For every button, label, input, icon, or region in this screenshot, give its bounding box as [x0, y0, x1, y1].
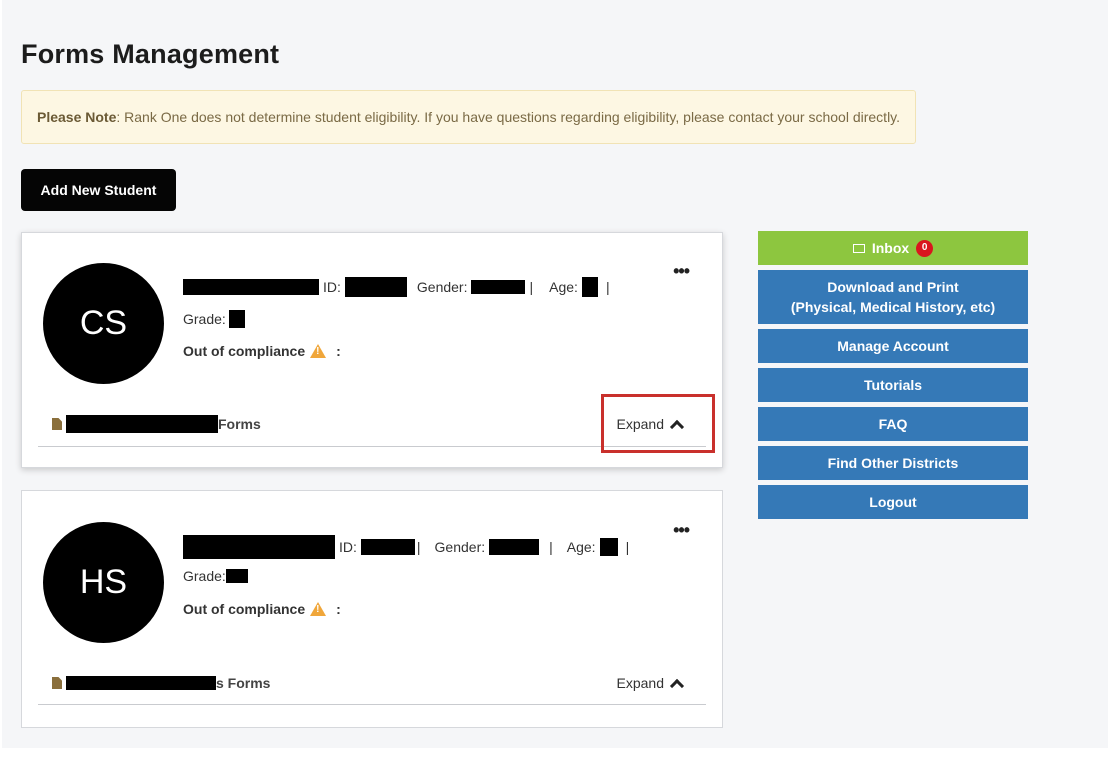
document-icon — [52, 418, 62, 430]
student-info-row: ID: Gender: | Age: | — [183, 277, 610, 297]
document-icon — [52, 677, 62, 689]
manage-account-button[interactable]: Manage Account — [758, 329, 1028, 363]
separator: | — [416, 539, 421, 555]
separator: | — [625, 539, 630, 555]
forms-row: s Forms Expand — [52, 672, 704, 694]
envelope-icon — [852, 243, 865, 253]
expand-button[interactable]: Expand — [616, 675, 685, 693]
logout-button[interactable]: Logout — [758, 485, 1028, 519]
compliance-label: Out of compliance — [183, 601, 306, 617]
gender-label: Gender: — [416, 279, 468, 295]
id-label: ID: — [339, 539, 357, 555]
find-other-districts-button[interactable]: Find Other Districts — [758, 446, 1028, 480]
avatar: CS — [43, 263, 164, 384]
inbox-button[interactable]: Inbox 0 — [758, 231, 1028, 265]
redacted-id — [360, 539, 415, 555]
compliance-label: Out of compliance — [183, 343, 306, 359]
divider — [38, 704, 706, 705]
eligibility-note: Please Note: Rank One does not determine… — [21, 90, 916, 144]
redacted-grade — [225, 569, 248, 583]
grade-row: Grade: — [183, 310, 245, 328]
inbox-label: Inbox — [871, 240, 910, 256]
redacted-gender — [489, 539, 540, 555]
redacted-student-name — [66, 676, 216, 690]
grade-label: Grade: — [183, 568, 226, 584]
compliance-suffix: : — [336, 343, 341, 359]
compliance-suffix: : — [336, 601, 341, 617]
age-label: Age: — [549, 279, 578, 295]
add-new-student-button[interactable]: Add New Student — [21, 169, 176, 211]
separator: | — [529, 279, 534, 295]
faq-button[interactable]: FAQ — [758, 407, 1028, 441]
warning-icon — [310, 602, 327, 616]
more-icon[interactable]: ••• — [673, 261, 690, 282]
compliance-status: Out of compliance : — [183, 601, 341, 617]
expand-highlight — [601, 394, 715, 453]
separator: | — [549, 539, 553, 555]
forms-label: s Forms — [216, 675, 271, 691]
separator: | — [605, 279, 610, 295]
more-icon[interactable]: ••• — [673, 520, 690, 541]
compliance-status: Out of compliance : — [183, 343, 341, 359]
grade-row: Grade: — [183, 568, 248, 584]
download-print-button[interactable]: Download and Print (Physical, Medical Hi… — [758, 270, 1028, 324]
note-label: Please Note — [37, 109, 117, 125]
forms-label: Forms — [218, 416, 261, 432]
chevron-up-icon — [669, 678, 685, 693]
id-label: ID: — [323, 279, 341, 295]
redacted-name — [183, 279, 319, 295]
student-info-row: ID: | Gender: | Age: | — [183, 535, 629, 559]
inbox-count-badge: 0 — [916, 239, 934, 257]
gender-label: Gender: — [434, 539, 486, 555]
tutorials-button[interactable]: Tutorials — [758, 368, 1028, 402]
redacted-student-name — [66, 415, 218, 433]
warning-icon — [310, 344, 327, 358]
redacted-gender — [471, 280, 526, 294]
grade-label: Grade: — [183, 311, 226, 327]
redacted-age — [599, 538, 618, 556]
redacted-id — [344, 277, 407, 297]
expand-label: Expand — [616, 675, 664, 691]
note-text: : Rank One does not determine student el… — [116, 109, 901, 125]
page-title: Forms Management — [21, 39, 280, 69]
age-label: Age: — [566, 539, 596, 555]
redacted-grade — [228, 310, 245, 328]
download-line2: (Physical, Medical History, etc) — [790, 299, 996, 315]
avatar: HS — [43, 522, 164, 643]
redacted-age — [581, 277, 598, 297]
student-card: HS ID: | Gender: | Age: | Grade: Out of … — [21, 490, 723, 728]
download-line1: Download and Print — [827, 279, 959, 295]
redacted-name — [183, 535, 335, 559]
